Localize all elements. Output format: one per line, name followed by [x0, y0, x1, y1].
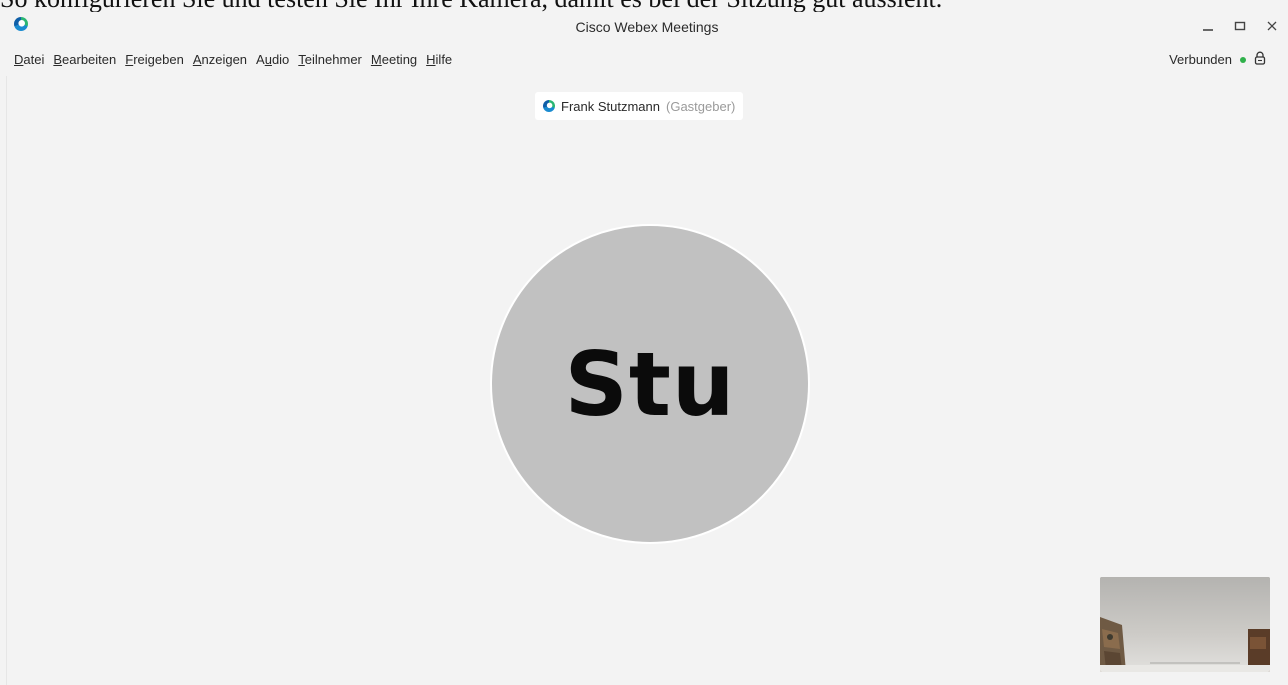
avatar-initials: Stu [564, 332, 736, 436]
menu-audio[interactable]: Audio [256, 52, 289, 67]
menu-bar: Datei Bearbeiten Freigeben Anzeigen Audi… [6, 44, 1288, 76]
lock-icon[interactable] [1254, 51, 1266, 68]
window-title: Cisco Webex Meetings [575, 19, 719, 35]
meeting-stage: Frank Stutzmann (Gastgeber) Stu [6, 76, 1288, 685]
menu-bearbeiten[interactable]: Bearbeiten [53, 52, 116, 67]
speaker-role: (Gastgeber) [666, 98, 736, 114]
connection-status-dot [1240, 56, 1246, 63]
active-speaker-label: Frank Stutzmann (Gastgeber) [535, 92, 744, 120]
webex-status-icon [543, 100, 555, 112]
speaker-name: Frank Stutzmann [561, 98, 660, 114]
maximize-icon[interactable] [1230, 16, 1250, 36]
menu-teilnehmer[interactable]: Teilnehmer [298, 52, 362, 67]
menu-datei[interactable]: Datei [14, 52, 44, 67]
participant-avatar: Stu [490, 224, 810, 544]
clipped-banner-text: So konfigurieren Sie und testen Sie Ihr … [0, 0, 1288, 12]
connection-status-text: Verbunden [1169, 52, 1232, 67]
connection-status: Verbunden [1169, 51, 1266, 68]
close-icon[interactable] [1262, 16, 1282, 36]
menu-meeting[interactable]: Meeting [371, 52, 417, 67]
self-video-preview[interactable] [1100, 577, 1270, 672]
minimize-icon[interactable] [1198, 16, 1218, 36]
menu-anzeigen[interactable]: Anzeigen [193, 52, 247, 67]
title-bar: Cisco Webex Meetings [6, 12, 1288, 44]
menu-list: Datei Bearbeiten Freigeben Anzeigen Audi… [14, 52, 452, 67]
menu-freigeben[interactable]: Freigeben [125, 52, 184, 67]
window-controls [1198, 16, 1282, 36]
menu-hilfe[interactable]: Hilfe [426, 52, 452, 67]
webex-window: So konfigurieren Sie und testen Sie Ihr … [0, 0, 1288, 685]
